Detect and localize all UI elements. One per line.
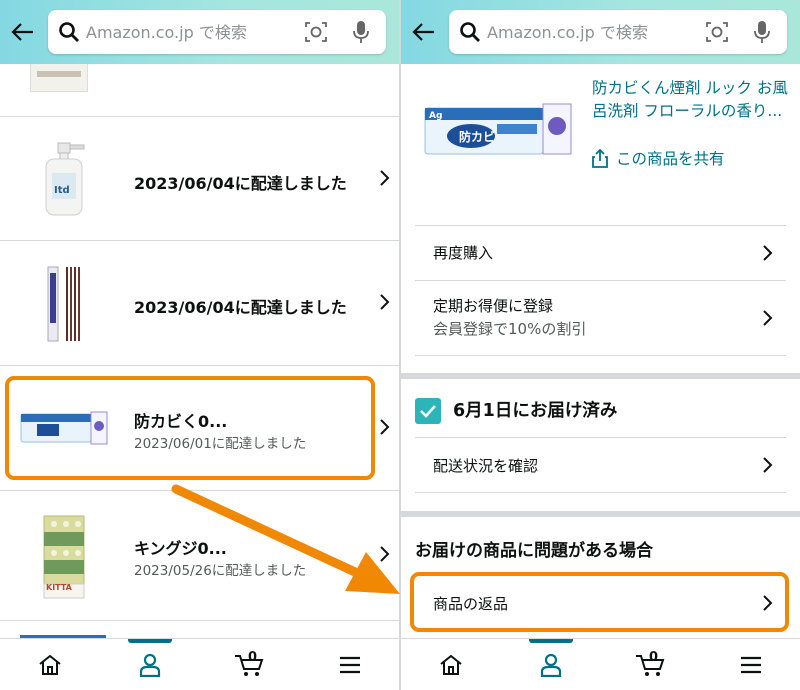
search-input[interactable] [487, 18, 697, 46]
section-divider [401, 511, 800, 517]
hamburger-menu-icon [741, 656, 761, 674]
person-icon [540, 653, 562, 677]
problem-heading: お届けの商品に問題がある場合 [415, 541, 653, 561]
share-icon [592, 148, 608, 168]
search-bar[interactable] [449, 10, 787, 54]
product-thumbnail [14, 263, 114, 343]
order-delivery-date: 2023/05/26に配達しました [134, 563, 307, 579]
order-title: 2023/06/04に配達しました [134, 174, 347, 193]
nav-active-indicator [529, 639, 573, 643]
order-title: 防カビく0... [134, 412, 228, 431]
product-thumbnail: KITTA [14, 509, 114, 601]
back-arrow-icon [11, 23, 33, 41]
hamburger-menu-icon [340, 656, 360, 674]
product-title-link[interactable]: 防カビくん煙剤 ルック お風呂洗剤 フローラルの香り... [592, 77, 788, 123]
nav-menu[interactable] [302, 639, 398, 690]
chevron-right-icon [763, 457, 773, 473]
back-button[interactable] [407, 17, 441, 47]
right-screen: Ag 防カビ 防カビくん煙剤 ルック お風呂洗剤 フローラルの香り... この商… [401, 0, 800, 690]
search-header [401, 0, 800, 64]
cart-count: 0 [248, 650, 258, 665]
order-delivery-date: 2023/06/01に配達しました [134, 436, 307, 452]
thumb-brand: KITTA [46, 583, 72, 592]
back-arrow-icon [412, 23, 434, 41]
search-icon [59, 22, 79, 42]
product-thumbnail: Itd [14, 139, 114, 219]
order-row[interactable]: 2023/06/04に配達しました [0, 240, 399, 365]
chevron-right-icon [380, 546, 390, 562]
package-badge: Ag [429, 111, 443, 121]
chevron-right-icon [380, 419, 390, 435]
cart-count: 0 [649, 650, 659, 665]
share-label: この商品を共有 [616, 150, 725, 168]
nav-cart[interactable]: 0 [603, 639, 699, 690]
chevron-right-icon [380, 170, 390, 186]
rebuy-row[interactable]: 再度購入 [415, 225, 786, 280]
search-input[interactable] [86, 18, 296, 46]
nav-active-indicator [128, 639, 172, 643]
microphone-icon[interactable] [351, 19, 371, 45]
nav-cart[interactable]: 0 [202, 639, 298, 690]
home-icon [39, 654, 61, 675]
chevron-right-icon [380, 294, 390, 310]
order-row[interactable]: KITTA キングジ0... 2023/05/26に配達しました [0, 490, 399, 620]
share-product-button[interactable]: この商品を共有 [592, 146, 725, 170]
bottom-navigation: 0 [401, 638, 800, 690]
camera-search-icon[interactable] [705, 20, 729, 44]
nav-menu[interactable] [703, 639, 799, 690]
microphone-icon[interactable] [752, 19, 772, 45]
back-button[interactable] [6, 17, 40, 47]
subscribe-row[interactable]: 定期お得便に登録 会員登録で10%の割引 [415, 280, 786, 356]
camera-search-icon[interactable] [304, 20, 328, 44]
return-item-row[interactable]: 商品の返品 [415, 576, 786, 630]
checkmark-icon [415, 398, 441, 424]
delivery-status: 6月1日にお届け済み [453, 401, 618, 421]
track-package-row[interactable]: 配送状況を確認 [415, 437, 786, 493]
chevron-right-icon [763, 595, 773, 611]
return-item-label: 商品の返品 [433, 595, 509, 613]
person-icon [139, 653, 161, 677]
nav-home[interactable] [2, 639, 98, 690]
product-thumbnail [14, 396, 114, 460]
subscribe-label: 定期お得便に登録 [433, 297, 554, 315]
left-screen: Itd 2023/06/04に配達しました 2023/06/04に配達しました [0, 0, 399, 690]
order-title: キングジ0... [134, 539, 227, 558]
package-text: 防カビ [459, 130, 496, 144]
search-icon [460, 22, 480, 42]
subscribe-discount: 会員登録で10%の割引 [433, 320, 587, 338]
nav-account[interactable] [102, 639, 198, 690]
order-row-selected[interactable]: 防カビく0... 2023/06/01に配達しました [0, 365, 399, 490]
home-icon [440, 654, 462, 675]
rebuy-label: 再度購入 [433, 244, 494, 262]
chevron-right-icon [763, 310, 773, 326]
nav-account[interactable] [503, 639, 599, 690]
order-title: 2023/06/04に配達しました [134, 298, 347, 317]
nav-home[interactable] [403, 639, 499, 690]
order-row[interactable]: Itd 2023/06/04に配達しました [0, 116, 399, 240]
product-image: Ag 防カビ [423, 100, 575, 158]
search-header [0, 0, 399, 64]
bottom-navigation: 0 [0, 638, 399, 690]
chevron-right-icon [763, 245, 773, 261]
section-divider [401, 373, 800, 379]
track-package-label: 配送状況を確認 [433, 457, 539, 475]
search-bar[interactable] [48, 10, 386, 54]
pump-label: Itd [54, 185, 70, 196]
